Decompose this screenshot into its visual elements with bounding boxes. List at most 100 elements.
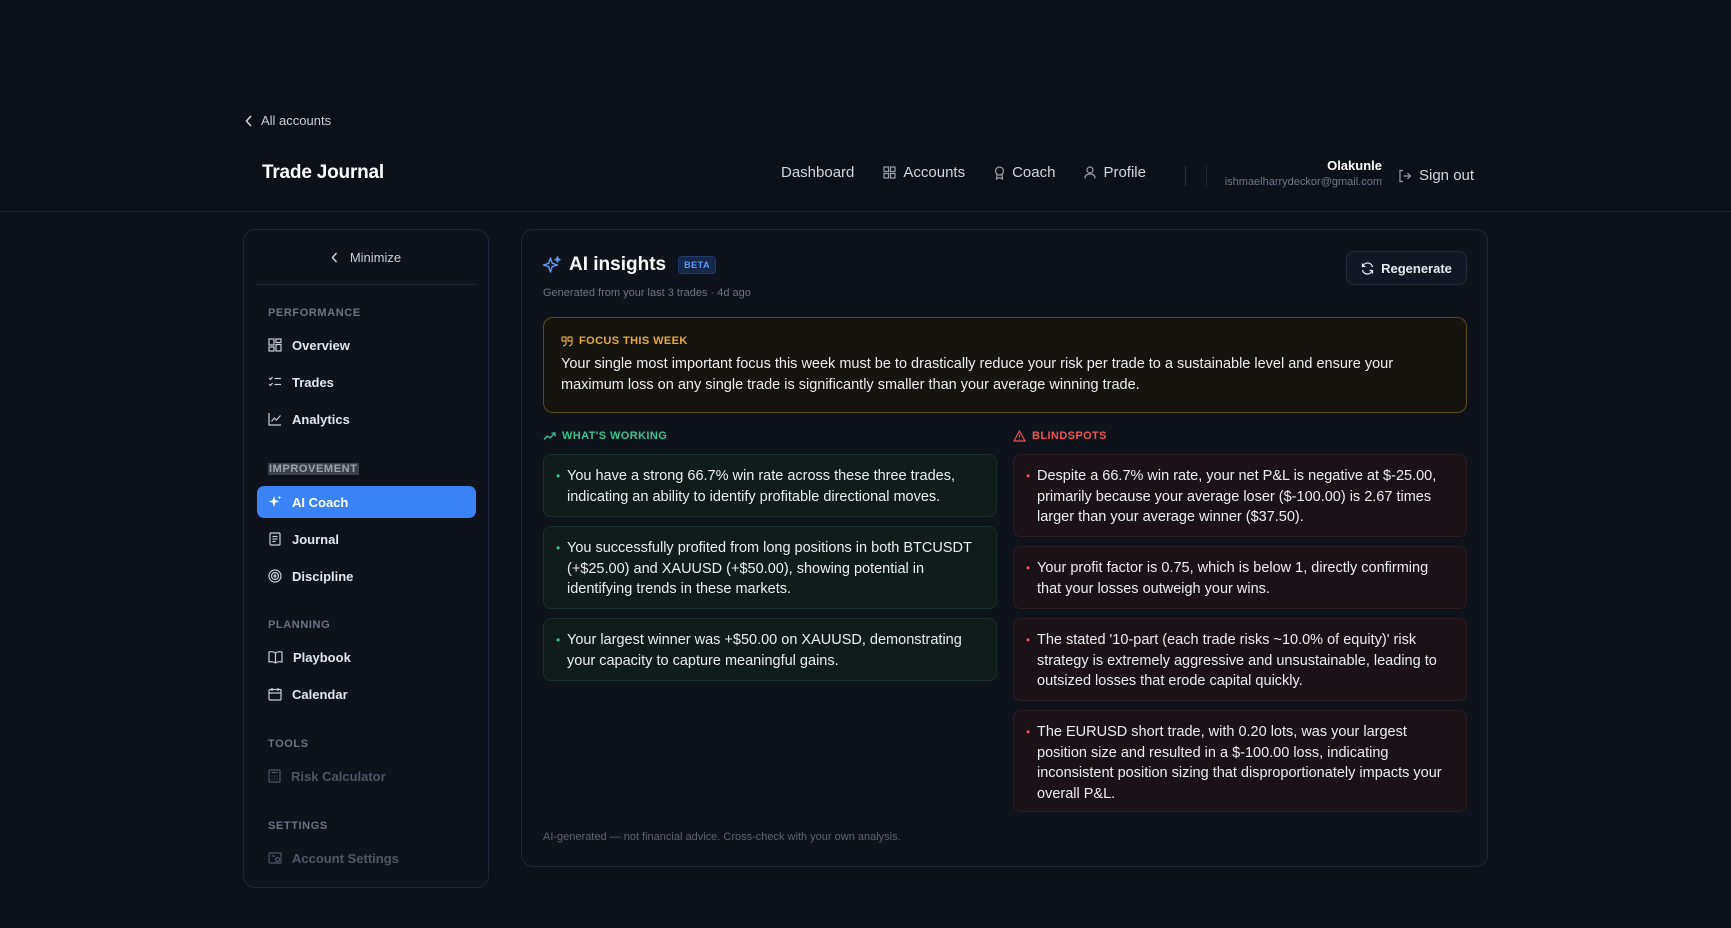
- working-item-text: Your largest winner was +$50.00 on XAUUS…: [567, 632, 962, 669]
- brand[interactable]: Trade Journal: [248, 162, 384, 184]
- chevron-left-icon: [245, 114, 253, 127]
- logout-icon: [1398, 169, 1412, 183]
- refresh-icon: [1361, 261, 1374, 275]
- book-open-icon: [268, 650, 283, 664]
- award-icon: [994, 165, 1005, 180]
- blindspots-text: BLINDSPOTS: [1032, 430, 1107, 442]
- beta-badge: BETA: [678, 256, 716, 274]
- sparkle-icon: [543, 256, 561, 274]
- nav-dashboard[interactable]: Dashboard: [781, 164, 854, 181]
- sidebar-item-label: Account Settings: [292, 850, 399, 866]
- working-item: • You have a strong 66.7% win rate acros…: [543, 454, 997, 517]
- panel-header: AI insights BETA: [543, 254, 716, 276]
- blindspot-item-text: The stated '10-part (each trade risks ~1…: [1037, 632, 1437, 689]
- bullet-dot: •: [556, 541, 561, 555]
- user-info: Olakunle ishmaelharrydeckor@gmail.com: [1225, 158, 1382, 188]
- sidebar-item-risk-calculator[interactable]: Risk Calculator: [257, 760, 476, 792]
- section-tools: TOOLS: [268, 738, 309, 750]
- quote-icon: [561, 335, 573, 347]
- sidebar-item-playbook[interactable]: Playbook: [257, 641, 476, 673]
- warning-triangle-icon: [1013, 430, 1026, 442]
- bullet-dot: •: [1026, 469, 1031, 483]
- trending-up-icon: [543, 431, 556, 441]
- sidebar-item-calendar[interactable]: Calendar: [257, 678, 476, 710]
- blindspot-item: • The stated '10-part (each trade risks …: [1013, 618, 1467, 701]
- nav-profile-label: Profile: [1103, 164, 1146, 181]
- ai-insights-panel: AI insights BETA Generated from your las…: [521, 229, 1488, 867]
- sparkle-icon: [268, 495, 282, 509]
- user-email: ishmaelharrydeckor@gmail.com: [1224, 176, 1382, 188]
- brand-name: Trade Journal: [262, 162, 384, 183]
- sign-out-label: Sign out: [1419, 167, 1475, 184]
- bullet-dot: •: [556, 469, 561, 483]
- sidebar-item-ai-coach[interactable]: AI Coach: [257, 486, 476, 518]
- section-planning: PLANNING: [268, 619, 331, 631]
- all-accounts-label: All accounts: [261, 113, 332, 128]
- section-improvement: IMPROVEMENT: [268, 463, 359, 475]
- sidebar-item-label: Playbook: [293, 649, 351, 665]
- sidebar-item-label: Risk Calculator: [291, 768, 386, 784]
- user-icon: [1084, 166, 1097, 179]
- nav-accounts[interactable]: Accounts: [883, 164, 965, 181]
- calculator-icon: [268, 769, 281, 783]
- nav-divider: [1206, 166, 1207, 186]
- sidebar-item-trades[interactable]: Trades: [257, 366, 476, 398]
- sidebar-item-label: Journal: [292, 531, 339, 547]
- section-performance: PERFORMANCE: [268, 307, 361, 319]
- bullet-dot: •: [1026, 633, 1031, 647]
- sidebar-item-account-settings[interactable]: Account Settings: [257, 842, 476, 874]
- sidebar-item-label: Analytics: [292, 411, 350, 427]
- all-accounts-link[interactable]: All accounts: [245, 113, 331, 128]
- generated-info: Generated from your last 3 trades · 4d a…: [543, 287, 751, 299]
- sidebar-item-journal[interactable]: Journal: [257, 523, 476, 555]
- blindspot-item-text: Despite a 66.7% win rate, your net P&L i…: [1037, 468, 1437, 525]
- sidebar-item-analytics[interactable]: Analytics: [257, 403, 476, 435]
- sidebar-item-discipline[interactable]: Discipline: [257, 560, 476, 592]
- blindspots-label: BLINDSPOTS: [1013, 430, 1107, 442]
- line-chart-icon: [268, 412, 282, 426]
- main-nav: Dashboard Accounts Coach Profile: [781, 164, 1146, 181]
- sidebar-item-label: Calendar: [292, 686, 348, 702]
- bullet-dot: •: [1026, 561, 1031, 575]
- sidebar-item-label: Overview: [292, 337, 350, 353]
- working-item-text: You successfully profited from long posi…: [567, 540, 972, 597]
- nav-profile[interactable]: Profile: [1084, 164, 1146, 181]
- list-check-icon: [268, 375, 282, 389]
- working-item: • You successfully profited from long po…: [543, 526, 997, 609]
- regenerate-label: Regenerate: [1381, 260, 1452, 276]
- blindspot-item-text: Your profit factor is 0.75, which is bel…: [1037, 560, 1429, 597]
- nav-coach[interactable]: Coach: [994, 164, 1055, 181]
- blindspot-item: • Despite a 66.7% win rate, your net P&L…: [1013, 454, 1467, 537]
- notebook-icon: [268, 532, 282, 546]
- nav-divider: [1185, 166, 1186, 186]
- minimize-button[interactable]: Minimize: [244, 250, 488, 265]
- whats-working-label: WHAT'S WORKING: [543, 430, 667, 442]
- user-name: Olakunle: [1327, 158, 1382, 173]
- top-header: Trade Journal Dashboard Accounts Coach P…: [0, 140, 1731, 212]
- section-settings: SETTINGS: [268, 820, 328, 832]
- sidebar-item-overview[interactable]: Overview: [257, 329, 476, 361]
- chevron-left-icon: [331, 252, 338, 263]
- sidebar: Minimize PERFORMANCE Overview Trades Ana…: [243, 229, 489, 888]
- focus-text: Your single most important focus this we…: [561, 356, 1394, 393]
- bullet-dot: •: [556, 633, 561, 647]
- nav-dashboard-label: Dashboard: [781, 164, 855, 181]
- blindspot-item: • The EURUSD short trade, with 0.20 lots…: [1013, 710, 1467, 812]
- sidebar-item-label: Trades: [292, 374, 334, 390]
- whats-working-text: WHAT'S WORKING: [562, 430, 668, 442]
- working-item-text: You have a strong 66.7% win rate across …: [567, 468, 955, 505]
- settings-card-icon: [268, 851, 282, 865]
- focus-this-week-card: FOCUS THIS WEEK Your single most importa…: [543, 317, 1467, 413]
- divider: [256, 284, 476, 285]
- dashboard-icon: [268, 338, 282, 352]
- blindspot-item-text: The EURUSD short trade, with 0.20 lots, …: [1037, 724, 1442, 802]
- focus-label: FOCUS THIS WEEK: [561, 335, 688, 347]
- sidebar-item-label: Discipline: [292, 568, 354, 584]
- working-item: • Your largest winner was +$50.00 on XAU…: [543, 618, 997, 681]
- sidebar-item-label: AI Coach: [292, 494, 349, 510]
- disclaimer: AI-generated — not financial advice. Cro…: [543, 831, 901, 843]
- target-icon: [268, 569, 282, 583]
- regenerate-button[interactable]: Regenerate: [1346, 251, 1467, 285]
- sign-out-button[interactable]: Sign out: [1398, 167, 1474, 184]
- minimize-label: Minimize: [349, 250, 402, 265]
